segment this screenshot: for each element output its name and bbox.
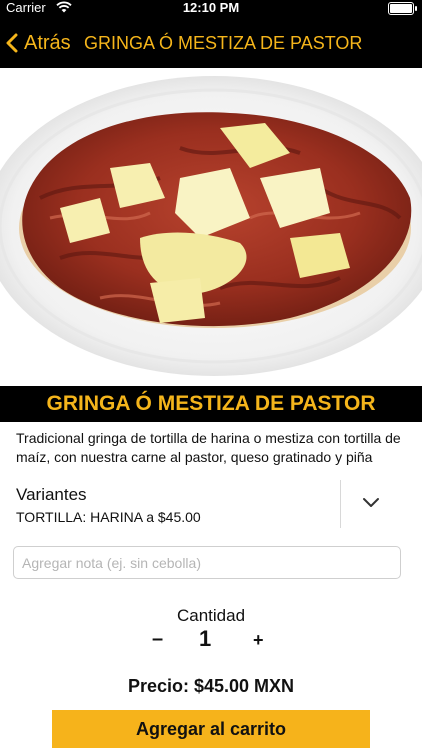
variants-divider — [340, 480, 341, 528]
add-to-cart-button[interactable]: Agregar al carrito — [52, 710, 370, 748]
top-bar: Carrier 12:10 PM Atrás GRINGA Ó MESTIZA … — [0, 0, 422, 68]
product-name-banner: GRINGA Ó MESTIZA DE PASTOR — [0, 386, 422, 422]
page-title: GRINGA Ó MESTIZA DE PASTOR — [84, 33, 363, 53]
price-label: Precio: $45.00 MXN — [127, 676, 295, 696]
note-input[interactable] — [13, 546, 401, 579]
variants-selector[interactable]: Variantes TORTILLA: HARINA a $45.00 — [0, 480, 422, 528]
product-photo — [0, 68, 422, 386]
variants-selected-value: TORTILLA: HARINA a $45.00 — [16, 509, 201, 525]
status-bar: Carrier 12:10 PM — [0, 0, 422, 16]
battery-icon — [388, 2, 417, 15]
product-image — [0, 68, 422, 386]
chevron-down-icon[interactable] — [362, 496, 380, 508]
quantity-value: 1 — [199, 626, 212, 651]
chevron-left-icon — [6, 33, 18, 53]
navigation-bar: Atrás GRINGA Ó MESTIZA DE PASTOR — [0, 22, 422, 66]
product-description: Tradicional gringa de tortilla de harina… — [16, 430, 401, 465]
back-button[interactable]: Atrás — [6, 28, 71, 58]
back-label: Atrás — [24, 31, 71, 54]
quantity-stepper: – 1 + — [0, 624, 422, 656]
status-time: 12:10 PM — [182, 0, 240, 15]
quantity-label: Cantidad — [176, 606, 246, 625]
quantity-increment-button[interactable]: + — [253, 630, 264, 651]
variants-title: Variantes — [16, 485, 87, 504]
quantity-decrement-button[interactable]: – — [152, 628, 163, 651]
